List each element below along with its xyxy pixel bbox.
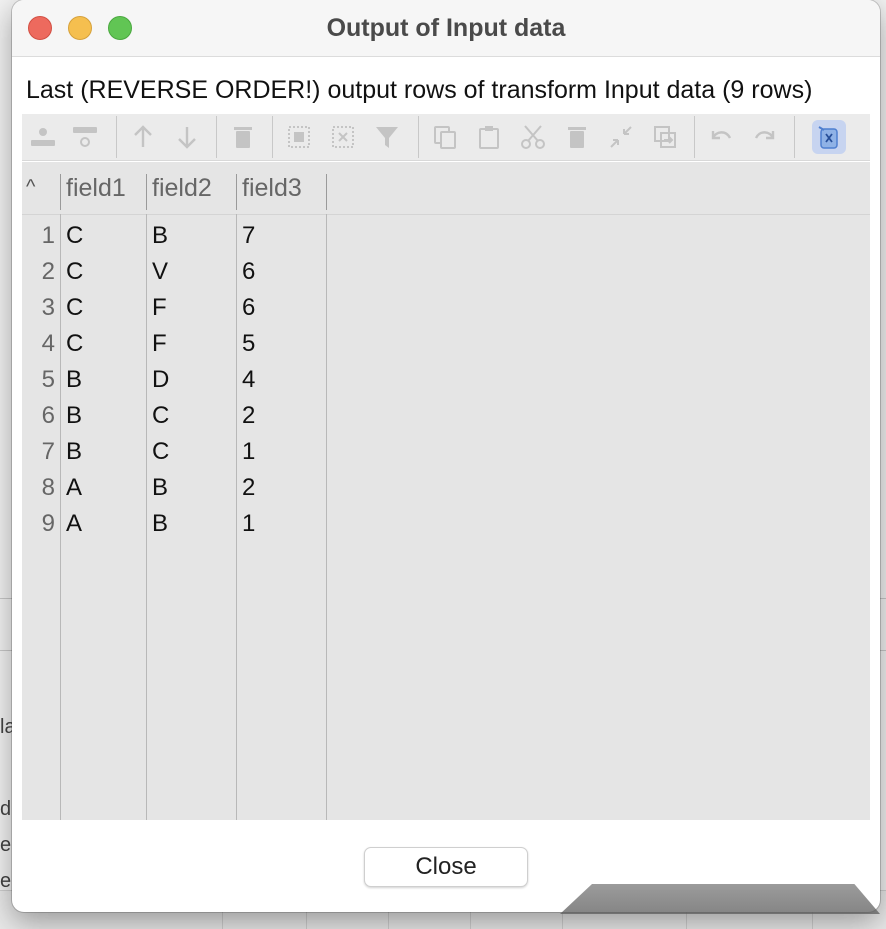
column-header-field3[interactable]: field3: [242, 174, 302, 203]
table-row[interactable]: 3C F 6: [22, 288, 870, 324]
title-bar[interactable]: Output of Input data: [12, 0, 880, 57]
undo-icon[interactable]: [704, 120, 738, 154]
row-number: 9: [41, 510, 55, 537]
table-cell-field3[interactable]: 2: [242, 474, 255, 502]
grid-header: ^ field1 field2 field3: [22, 162, 870, 215]
grid-rows: 1CB72CV63CF64CF55BD46BC27BC18AB29AB1: [22, 216, 870, 540]
row-number: 6: [41, 402, 55, 429]
move-up-icon[interactable]: [126, 120, 160, 154]
column-header-field1[interactable]: field1: [66, 174, 126, 203]
table-cell-field3[interactable]: 1: [242, 510, 255, 538]
table-row[interactable]: 2C V 6: [22, 252, 870, 288]
table-row[interactable]: 5B D 4: [22, 360, 870, 396]
clear-selection-icon[interactable]: [326, 120, 360, 154]
row-number: 5: [41, 366, 55, 393]
table-row[interactable]: 8A B 2: [22, 468, 870, 504]
table-cell-field2[interactable]: D: [152, 366, 169, 394]
window-title: Output of Input data: [326, 14, 566, 42]
export-excel-icon[interactable]: [812, 120, 846, 154]
delete-row-icon[interactable]: [68, 120, 102, 154]
data-grid[interactable]: ^ field1 field2 field3 1CB72CV63CF64CF55…: [22, 162, 870, 820]
paste-icon[interactable]: [472, 120, 506, 154]
trash-icon[interactable]: [226, 120, 260, 154]
output-description: Last (REVERSE ORDER!) output rows of tra…: [26, 76, 813, 104]
cut-icon[interactable]: [516, 120, 550, 154]
table-cell-field3[interactable]: 1: [242, 438, 255, 466]
table-cell-field2[interactable]: B: [152, 510, 168, 538]
output-dialog: Output of Input data Last (REVERSE ORDER…: [12, 0, 880, 912]
table-row[interactable]: 1C B 7: [22, 216, 870, 252]
copy-icon[interactable]: [428, 120, 462, 154]
delete-icon[interactable]: [560, 120, 594, 154]
table-cell-field2[interactable]: V: [152, 258, 168, 286]
table-cell-field3[interactable]: 4: [242, 366, 255, 394]
table-cell-field3[interactable]: 7: [242, 222, 255, 250]
table-cell-field1[interactable]: C: [66, 294, 83, 322]
bg-text-fragment: d: [0, 798, 12, 820]
table-cell-field1[interactable]: C: [66, 258, 83, 286]
table-cell-field1[interactable]: C: [66, 222, 83, 250]
table-cell-field2[interactable]: F: [152, 330, 167, 358]
table-cell-field1[interactable]: B: [66, 366, 82, 394]
table-cell-field2[interactable]: C: [152, 402, 169, 430]
duplicate-icon[interactable]: [648, 120, 682, 154]
table-cell-field2[interactable]: B: [152, 474, 168, 502]
window-shadow: [560, 884, 880, 914]
row-number: 2: [41, 258, 55, 285]
table-cell-field1[interactable]: B: [66, 402, 82, 430]
select-all-icon[interactable]: [282, 120, 316, 154]
table-cell-field2[interactable]: B: [152, 222, 168, 250]
table-row[interactable]: 7B C 1: [22, 432, 870, 468]
table-cell-field3[interactable]: 6: [242, 294, 255, 322]
table-cell-field1[interactable]: B: [66, 438, 82, 466]
table-cell-field3[interactable]: 6: [242, 258, 255, 286]
sort-indicator-icon[interactable]: ^: [26, 176, 35, 199]
table-cell-field1[interactable]: A: [66, 510, 82, 538]
bg-text-fragment: e: [0, 834, 12, 856]
row-number: 8: [41, 474, 55, 501]
row-number: 1: [41, 222, 55, 249]
insert-row-icon[interactable]: [26, 120, 60, 154]
close-button[interactable]: Close: [364, 847, 528, 887]
table-row[interactable]: 6B C 2: [22, 396, 870, 432]
table-row[interactable]: 9A B 1: [22, 504, 870, 540]
redo-icon[interactable]: [748, 120, 782, 154]
table-cell-field1[interactable]: A: [66, 474, 82, 502]
column-header-field2[interactable]: field2: [152, 174, 212, 203]
table-row[interactable]: 4C F 5: [22, 324, 870, 360]
row-number: 3: [41, 294, 55, 321]
table-cell-field2[interactable]: C: [152, 438, 169, 466]
collapse-icon[interactable]: [604, 120, 638, 154]
row-number: 7: [41, 438, 55, 465]
move-down-icon[interactable]: [170, 120, 204, 154]
table-cell-field3[interactable]: 2: [242, 402, 255, 430]
table-cell-field2[interactable]: F: [152, 294, 167, 322]
grid-toolbar: [22, 114, 870, 161]
filter-icon[interactable]: [370, 120, 404, 154]
row-number: 4: [41, 330, 55, 357]
table-cell-field1[interactable]: C: [66, 330, 83, 358]
table-cell-field3[interactable]: 5: [242, 330, 255, 358]
